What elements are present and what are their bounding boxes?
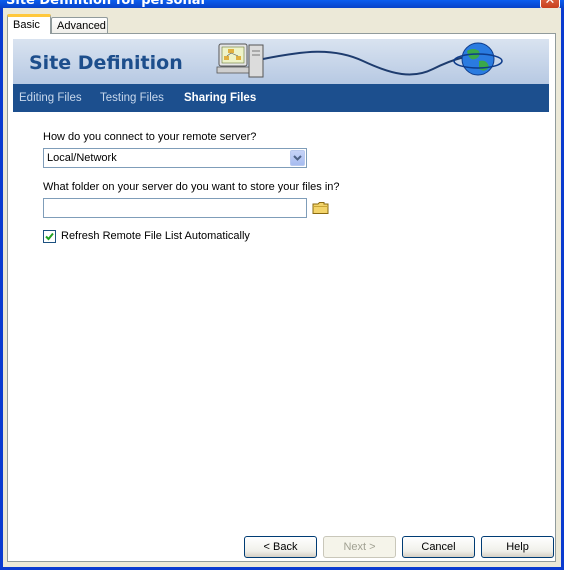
folder-icon bbox=[312, 202, 329, 214]
wizard-steps-bar: Editing Files Testing Files Sharing File… bbox=[13, 84, 549, 112]
close-icon: ✕ bbox=[545, 0, 556, 7]
step-editing-files[interactable]: Editing Files bbox=[19, 92, 82, 104]
checkmark-icon bbox=[45, 232, 54, 241]
folder-question-label: What folder on your server do you want t… bbox=[43, 181, 340, 193]
connect-question-label: How do you connect to your remote server… bbox=[43, 131, 257, 143]
next-button[interactable]: Next > bbox=[323, 536, 396, 558]
banner: Site Definition bbox=[13, 39, 549, 84]
dropdown-button[interactable] bbox=[290, 150, 305, 166]
connection-type-select[interactable]: Local/Network bbox=[43, 148, 307, 168]
title-bar[interactable]: Site Definition for personal bbox=[0, 0, 564, 8]
tab-basic[interactable]: Basic bbox=[7, 14, 51, 34]
help-button[interactable]: Help bbox=[481, 536, 554, 558]
dialog-client-area: Basic Advanced Site Definition Editing F… bbox=[3, 8, 561, 567]
cancel-button[interactable]: Cancel bbox=[402, 536, 475, 558]
step-testing-files[interactable]: Testing Files bbox=[100, 92, 164, 104]
remote-folder-input[interactable] bbox=[43, 198, 307, 218]
chevron-down-icon bbox=[293, 155, 302, 161]
tab-basic-label: Basic bbox=[13, 19, 40, 31]
step-sharing-files[interactable]: Sharing Files bbox=[184, 92, 256, 104]
connection-type-value: Local/Network bbox=[47, 152, 117, 164]
back-button[interactable]: < Back bbox=[244, 536, 317, 558]
refresh-remote-checkbox[interactable] bbox=[43, 230, 56, 243]
tab-panel: Site Definition Editing Files Testing Fi… bbox=[7, 33, 556, 562]
refresh-remote-label: Refresh Remote File List Automatically bbox=[61, 230, 250, 242]
window-title: Site Definition for personal bbox=[6, 0, 205, 8]
browse-folder-button[interactable] bbox=[312, 201, 330, 215]
network-illustration-icon bbox=[216, 42, 503, 78]
tab-advanced-label: Advanced bbox=[57, 20, 106, 32]
banner-title: Site Definition bbox=[29, 52, 183, 74]
